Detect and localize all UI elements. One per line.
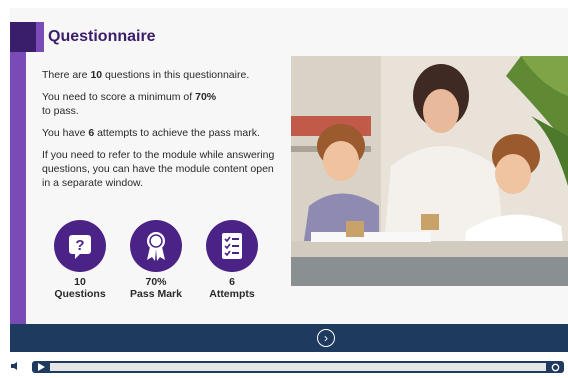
intro-paragraph-attempts: You have 6 attempts to achieve the pass … <box>42 127 260 139</box>
bottom-nav-bar <box>10 324 568 352</box>
stat-value: 70% <box>145 276 167 288</box>
volume-icon[interactable] <box>10 362 18 370</box>
intro-paragraph-module: If you need to refer to the module while… <box>42 149 275 189</box>
stat-attempts: 6 Attempts <box>197 220 267 300</box>
page-title: Questionnaire <box>48 28 156 45</box>
stat-value: 10 <box>74 276 86 288</box>
checklist-icon <box>206 220 258 272</box>
stat-questions: ? 10 Questions <box>45 220 115 300</box>
stat-value: 6 <box>229 276 235 288</box>
intro-text: There are 10 questions in this questionn… <box>42 68 282 198</box>
side-accent-top <box>10 22 36 52</box>
chevron-right-circle-icon: › <box>324 331 328 345</box>
play-icon[interactable] <box>37 363 45 371</box>
stat-label: Pass Mark <box>130 288 182 300</box>
stat-pass-mark: 70% Pass Mark <box>121 220 191 300</box>
next-button[interactable]: › <box>317 329 335 347</box>
side-accent-bar <box>10 52 26 324</box>
replay-icon[interactable] <box>551 363 560 372</box>
question-mark-icon: ? <box>54 220 106 272</box>
stat-label: Attempts <box>209 288 255 300</box>
svg-text:?: ? <box>75 237 84 254</box>
title-accent <box>36 22 44 52</box>
classroom-photo <box>291 56 568 286</box>
stat-label: Questions <box>54 288 106 300</box>
intro-paragraph-pass: You need to score a minimum of 70% to pas… <box>42 91 217 117</box>
award-ribbon-icon <box>130 220 182 272</box>
progress-bar[interactable] <box>50 363 546 371</box>
intro-paragraph-questions: There are 10 questions in this questionn… <box>42 69 250 81</box>
